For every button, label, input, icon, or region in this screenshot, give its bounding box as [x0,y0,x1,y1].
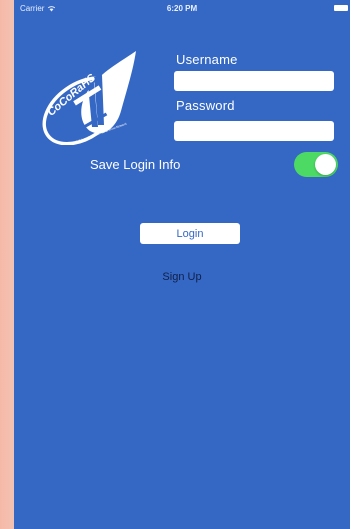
signup-link[interactable]: Sign Up [14,271,350,283]
password-input[interactable] [174,121,334,141]
logo-wordmark: CoCoRaHS [45,71,98,118]
app-frame: Carrier 6:20 PM CoCoRaHS Community Colla… [0,0,352,529]
toggle-knob [315,154,336,175]
username-input[interactable] [174,71,334,91]
status-time: 6:20 PM [166,4,198,13]
cocorahs-logo: CoCoRaHS Community Collaborative Rain, H… [32,49,147,146]
save-login-label: Save Login Info [90,157,181,172]
password-label: Password [176,98,235,113]
status-bar: Carrier 6:20 PM [14,0,350,20]
login-button[interactable]: Login [140,223,240,244]
login-screen: Carrier 6:20 PM CoCoRaHS Community Colla… [14,0,350,529]
username-label: Username [176,52,238,67]
logo-tagline: Community Collaborative Rain, Hail & Sno… [60,121,128,145]
battery-icon [334,5,348,11]
save-login-toggle[interactable] [294,152,338,177]
